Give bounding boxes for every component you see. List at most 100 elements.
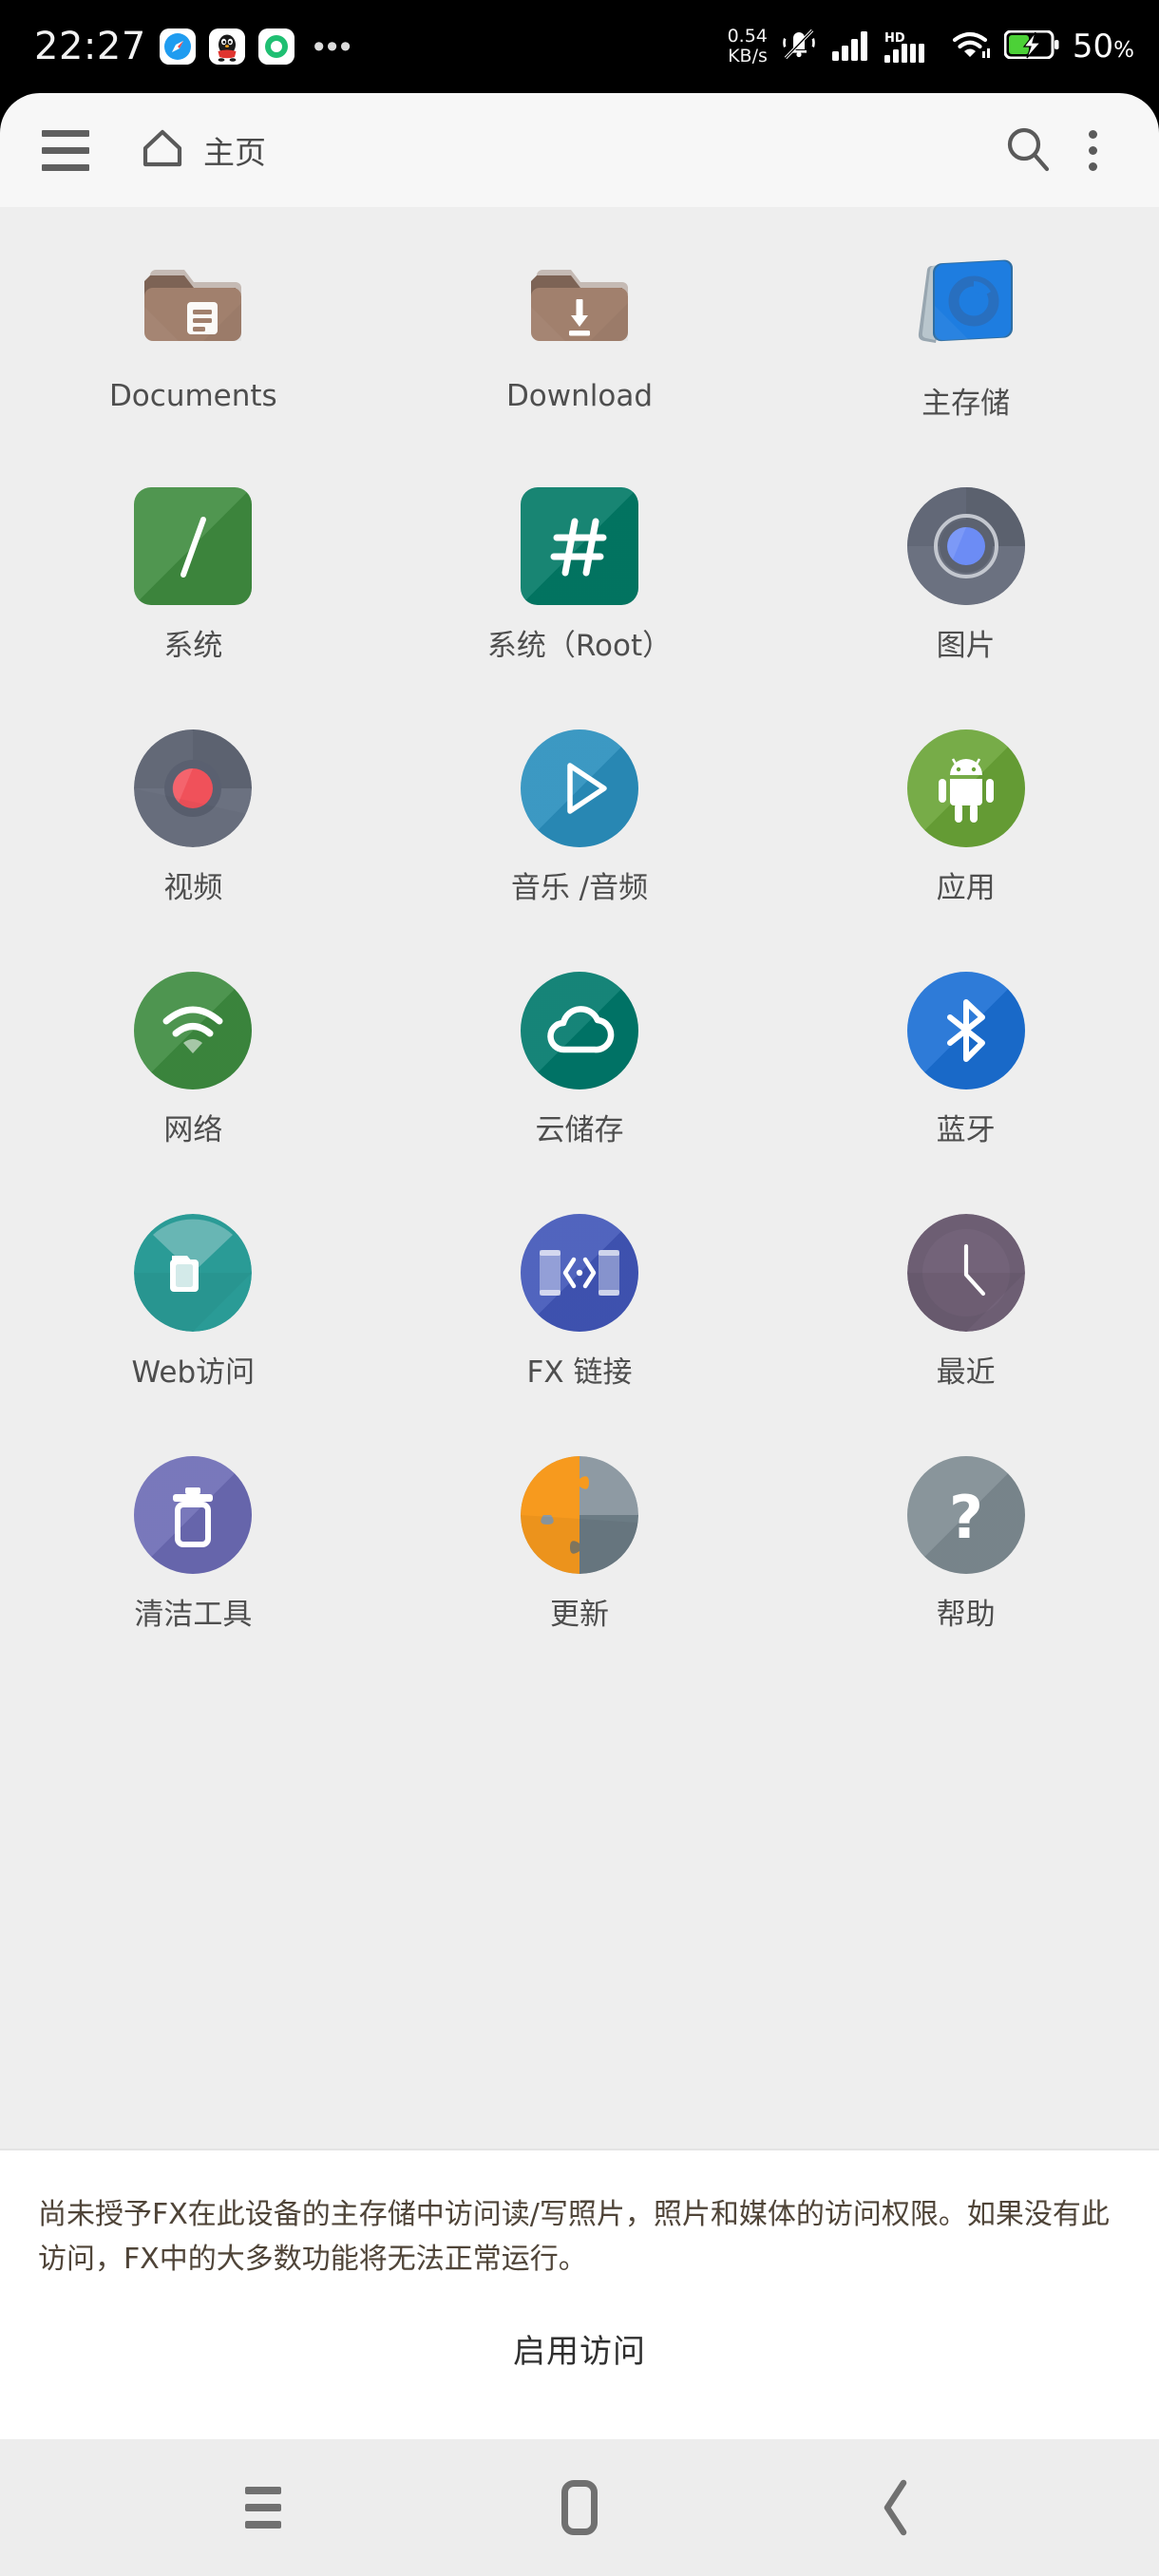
grid-item-label: 蓝牙 xyxy=(936,1113,996,1147)
grid-item-label: 云储存 xyxy=(535,1113,624,1147)
qq-penguin-icon xyxy=(208,28,245,65)
grid-item-clean-tool[interactable]: 清洁工具 xyxy=(0,1435,387,1677)
status-bar: 22:27 ••• 0.54 KB/s HD 50% xyxy=(0,0,1159,93)
shortcut-grid: Documents Download 主存储 系统 系统（Root） 图片 视频… xyxy=(0,207,1159,1677)
permission-message: 尚未授予FX在此设备的主存储中访问读/写照片，照片和媒体的访问权限。如果没有此访… xyxy=(38,2198,1110,2276)
home-icon xyxy=(137,123,188,179)
recents-line xyxy=(244,2521,281,2529)
grid-item-apps[interactable]: 应用 xyxy=(772,709,1159,951)
network-wifi-icon xyxy=(134,972,253,1089)
fx-connect-icon xyxy=(520,1214,638,1332)
battery-percent-label: 50% xyxy=(1072,28,1134,66)
grid-item-label: 更新 xyxy=(549,1598,609,1632)
grid-item-video[interactable]: 视频 xyxy=(0,709,387,951)
hamburger-line xyxy=(42,163,89,171)
grid-item-network[interactable]: 网络 xyxy=(0,951,387,1193)
help-question-icon: ? xyxy=(906,1456,1025,1574)
overflow-dot xyxy=(1088,129,1097,139)
bell-muted-icon xyxy=(778,26,820,68)
grant-access-button[interactable]: 启用访问 xyxy=(38,2325,1121,2372)
folder-documents-icon xyxy=(134,245,252,363)
internal-storage-icon xyxy=(907,245,1025,363)
search-icon[interactable] xyxy=(994,115,1064,185)
grid-item-bluetooth[interactable]: 蓝牙 xyxy=(772,951,1159,1193)
grid-item-internal-storage[interactable]: 主存储 xyxy=(772,224,1159,466)
grid-item-web-access[interactable]: Web访问 xyxy=(0,1193,387,1435)
grid-item-label: 主存储 xyxy=(922,387,1011,421)
grid-item-label: 图片 xyxy=(936,629,996,663)
network-speed-value: 0.54 xyxy=(727,26,768,47)
grid-item-download[interactable]: Download xyxy=(387,224,773,466)
apps-android-icon xyxy=(906,729,1025,847)
grid-item-label: 帮助 xyxy=(936,1598,996,1632)
more-vert-icon[interactable] xyxy=(1064,115,1121,185)
update-puzzle-icon xyxy=(520,1456,638,1574)
system-navigation-bar xyxy=(0,2439,1159,2576)
grid-item-images[interactable]: 图片 xyxy=(772,466,1159,709)
grid-item-label: 最近 xyxy=(936,1355,996,1390)
system-root-hash-icon xyxy=(520,487,638,605)
hamburger-menu-icon[interactable] xyxy=(34,119,97,181)
cloud-storage-icon xyxy=(520,972,638,1089)
clean-trash-icon xyxy=(134,1456,253,1574)
svg-text:HD: HD xyxy=(884,31,905,46)
grid-item-music-audio[interactable]: 音乐 /音频 xyxy=(387,709,773,951)
safari-icon xyxy=(159,28,196,65)
phone-screen: 22:27 ••• 0.54 KB/s HD 50% 主页 Documents … xyxy=(0,0,1159,2576)
home-square-shape xyxy=(560,2480,598,2535)
hamburger-line xyxy=(42,129,89,137)
grid-item-system[interactable]: 系统 xyxy=(0,466,387,709)
recent-clock-icon xyxy=(906,1214,1025,1332)
grid-item-label: FX 链接 xyxy=(526,1355,633,1390)
grid-item-label: 系统（Root） xyxy=(486,629,673,663)
breadcrumb-home-label: 主页 xyxy=(203,134,266,171)
content-area: Documents Download 主存储 系统 系统（Root） 图片 视频… xyxy=(0,207,1159,2149)
grid-item-cloud-storage[interactable]: 云储存 xyxy=(387,951,773,1193)
status-bar-left: 22:27 ••• xyxy=(34,25,353,68)
back-chevron-icon[interactable] xyxy=(839,2451,953,2565)
green-swirl-icon xyxy=(257,28,294,65)
video-icon xyxy=(134,729,253,847)
signal-bars-icon xyxy=(830,28,874,66)
network-speed-indicator: 0.54 KB/s xyxy=(728,27,768,66)
svg-text:?: ? xyxy=(949,1483,983,1552)
grid-item-label: 视频 xyxy=(163,871,223,905)
bluetooth-icon xyxy=(906,972,1025,1089)
home-square-icon[interactable] xyxy=(522,2451,636,2565)
permission-panel: 尚未授予FX在此设备的主存储中访问读/写照片，照片和媒体的访问权限。如果没有此访… xyxy=(0,2149,1159,2439)
grid-item-label: 音乐 /音频 xyxy=(510,871,649,905)
grid-item-label: 应用 xyxy=(936,871,996,905)
breadcrumb-home[interactable]: 主页 xyxy=(137,123,266,179)
music-audio-icon xyxy=(520,729,638,847)
images-icon xyxy=(906,487,1025,605)
app-toolbar: 主页 xyxy=(0,93,1159,207)
recents-line xyxy=(244,2487,281,2494)
hamburger-line xyxy=(42,146,89,154)
battery-charging-icon xyxy=(1003,29,1059,64)
grid-item-label: 清洁工具 xyxy=(134,1598,253,1632)
more-notifications-icon: ••• xyxy=(313,28,353,65)
hd-volte-icon: HD xyxy=(884,30,940,63)
wifi-icon xyxy=(950,28,994,66)
grid-item-system-root[interactable]: 系统（Root） xyxy=(387,466,773,709)
recents-icon[interactable] xyxy=(206,2451,320,2565)
grid-item-recent[interactable]: 最近 xyxy=(772,1193,1159,1435)
grid-item-label: 系统 xyxy=(163,629,223,663)
folder-download-icon xyxy=(521,245,638,363)
grid-item-help[interactable]: ? 帮助 xyxy=(772,1435,1159,1677)
grid-item-label: Web访问 xyxy=(131,1355,256,1390)
network-speed-unit: KB/s xyxy=(728,46,768,66)
web-access-icon xyxy=(134,1214,253,1332)
grid-item-documents[interactable]: Documents xyxy=(0,224,387,466)
status-bar-right: 0.54 KB/s HD 50% xyxy=(728,26,1134,68)
grid-item-label: Download xyxy=(505,379,654,413)
overflow-dot xyxy=(1088,145,1097,155)
system-root-slash-icon xyxy=(134,487,253,605)
grid-item-label: Documents xyxy=(108,379,277,413)
grid-item-fx-connect[interactable]: FX 链接 xyxy=(387,1193,773,1435)
grid-item-label: 网络 xyxy=(163,1113,223,1147)
recents-line xyxy=(244,2504,281,2511)
overflow-dot xyxy=(1088,161,1097,171)
status-clock: 22:27 xyxy=(34,25,146,68)
grid-item-update[interactable]: 更新 xyxy=(387,1435,773,1677)
